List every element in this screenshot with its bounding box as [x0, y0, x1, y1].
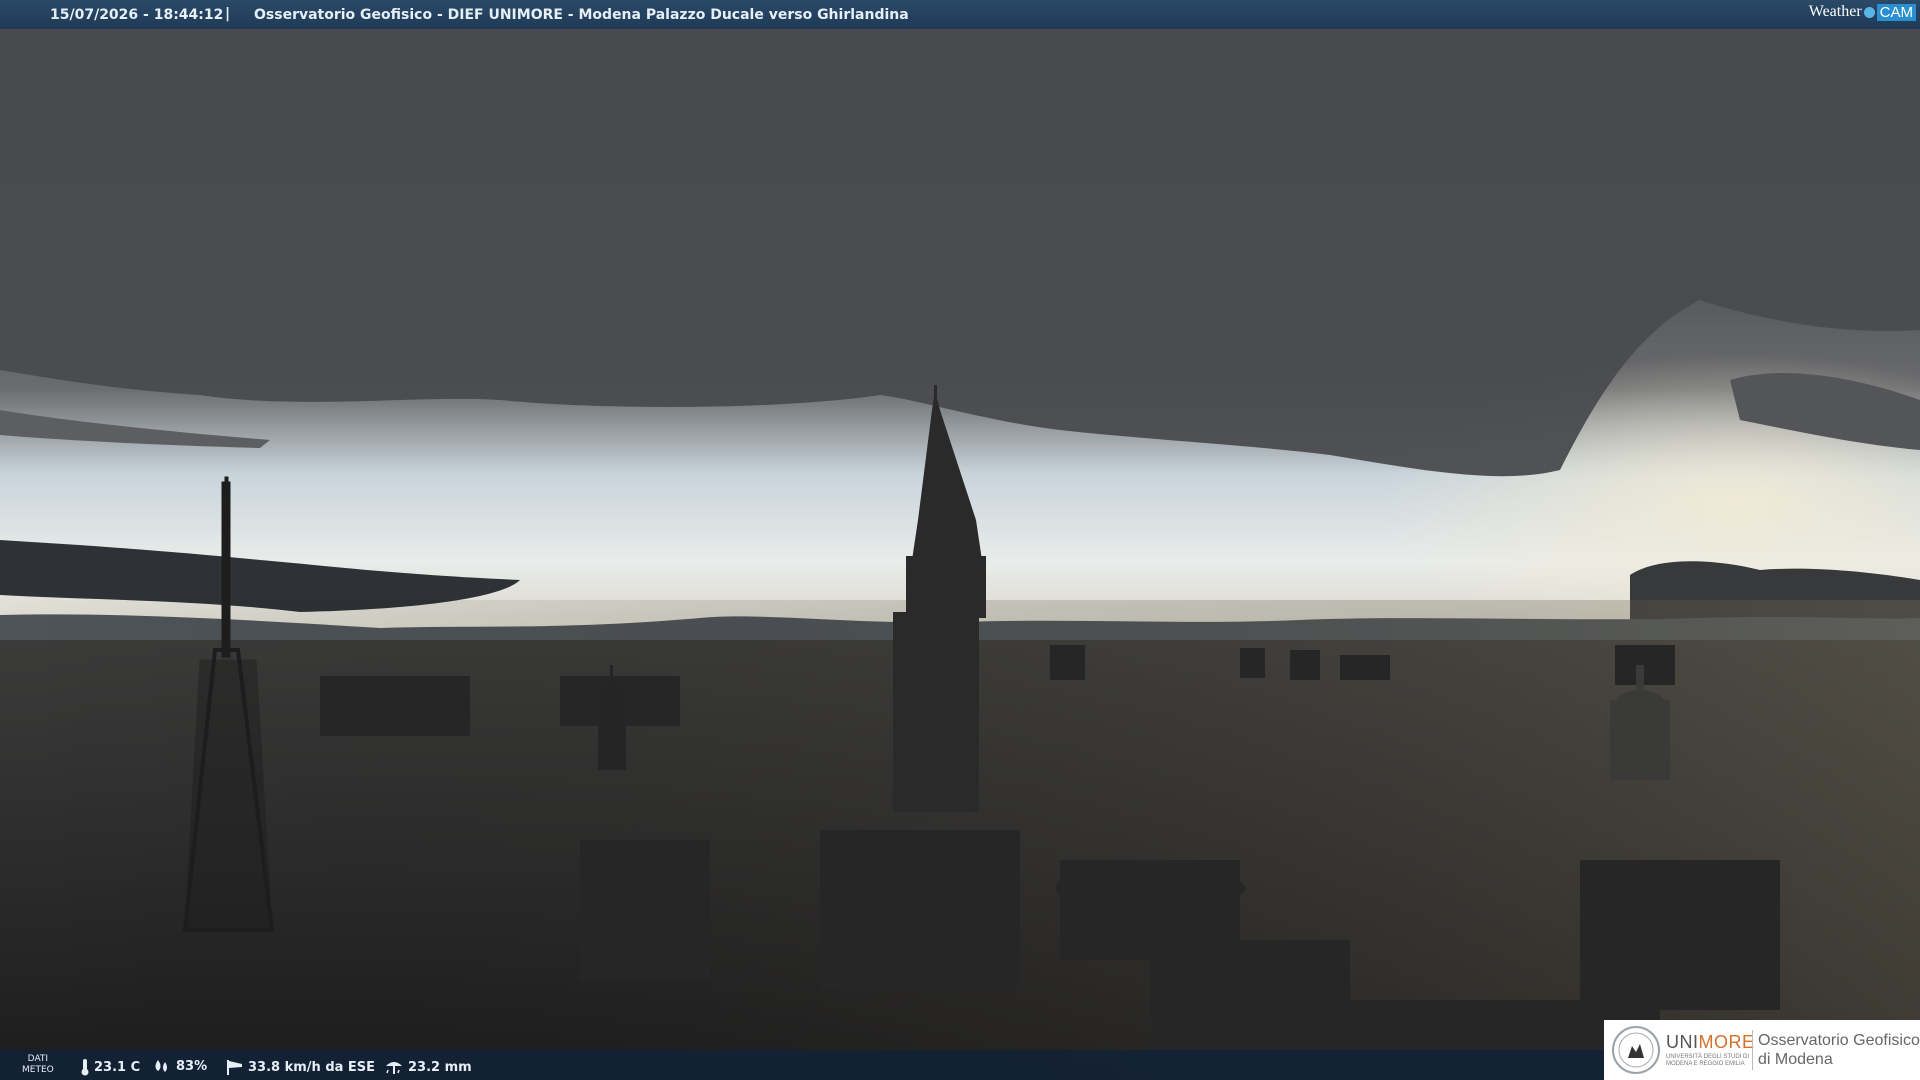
humidity-item: 83% [152, 1058, 207, 1074]
weather-data-bar: DATI METEO 23.1 C 83% 33.8 km/h da ESE 2… [0, 1050, 1604, 1080]
rain-item: 23.2 mm [384, 1058, 472, 1076]
unimore-logo-box: UNIMORE UNIVERSITÀ DEGLI STUDI DI MODENA… [1604, 1020, 1920, 1080]
unimore-more: MORE [1698, 1032, 1755, 1052]
meteo-label-line2: METEO [22, 1065, 54, 1075]
meteo-label-line1: DATI [27, 1054, 49, 1064]
webcam-scene [0, 0, 1920, 1080]
temperature-item: 23.1 C [80, 1058, 140, 1076]
observatory-line1: Osservatorio Geofisico [1758, 1032, 1920, 1049]
weathercam-logo: Weather CAM [1809, 3, 1916, 21]
brand-cam: CAM [1876, 3, 1916, 21]
humidity-drops-icon [155, 1060, 167, 1072]
camera-title: Osservatorio Geofisico - DIEF UNIMORE - … [254, 7, 909, 23]
humidity-value: 83% [176, 1058, 208, 1074]
separator: | [225, 6, 231, 22]
unimore-subtitle: UNIVERSITÀ DEGLI STUDI DI MODENA E REGGI… [1666, 1054, 1750, 1067]
rain-value: 23.2 mm [408, 1059, 472, 1075]
meteo-label: DATI METEO [22, 1054, 54, 1076]
wind-value: 33.8 km/h da ESE [248, 1059, 376, 1075]
brand-weather: Weather [1808, 3, 1862, 20]
wind-item: 33.8 km/h da ESE [224, 1058, 375, 1076]
thermometer-icon [81, 1059, 89, 1076]
unimore-uni: UNI [1666, 1032, 1699, 1052]
observatory-name: Osservatorio Geofisico di Modena [1758, 1031, 1920, 1069]
header-bar: 15/07/2026 - 18:44:12 | Osservatorio Geo… [0, 0, 1920, 29]
temperature-value: 23.1 C [94, 1059, 141, 1075]
wind-sock-icon [227, 1060, 242, 1075]
observatory-line2: di Modena [1758, 1051, 1833, 1068]
logo-divider [1752, 1030, 1753, 1070]
unimore-seal-icon [1612, 1026, 1660, 1074]
globe-icon [1863, 6, 1875, 18]
timestamp: 15/07/2026 - 18:44:12 [50, 7, 224, 23]
rain-gauge-icon [386, 1062, 402, 1074]
unimore-wordmark: UNIMORE [1666, 1032, 1755, 1053]
